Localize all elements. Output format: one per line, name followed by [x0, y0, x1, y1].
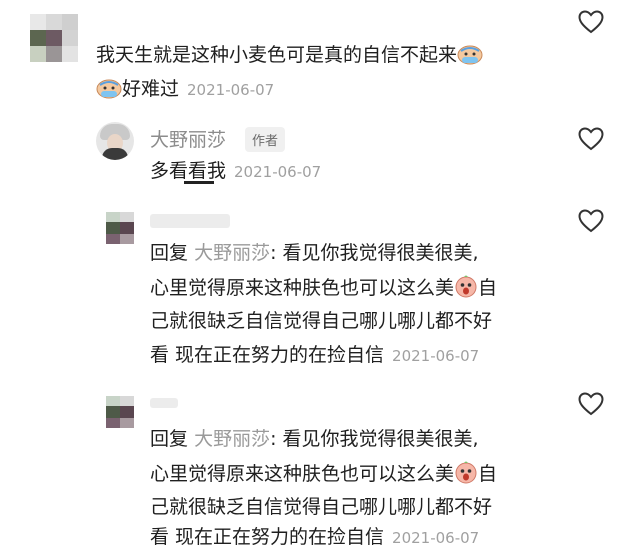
reply-target[interactable]: 大野丽莎: [194, 242, 270, 264]
comment-date: 2021-06-07: [392, 529, 480, 547]
shocked-face-emoji: [454, 460, 478, 491]
avatar[interactable]: [106, 212, 134, 244]
author-avatar[interactable]: [96, 122, 134, 160]
comment-text: 多看看我 2021-06-07: [150, 160, 322, 182]
avatar[interactable]: [30, 14, 78, 62]
comment-text: 我天生就是这种小麦色可是真的自信不起来: [96, 42, 483, 72]
comment-text-line1: 回复 大野丽莎: 看见你我觉得很美很美,: [150, 428, 479, 450]
comment-text-line2: 好难过 2021-06-07: [96, 76, 274, 106]
avatar[interactable]: [106, 396, 134, 428]
heart-outline-icon[interactable]: [578, 392, 604, 416]
comment-text-line2: 心里觉得原来这种肤色也可以这么美 自: [150, 460, 497, 491]
comment-text-line4: 看 现在正在努力的在捡自信 2021-06-07: [150, 526, 480, 548]
crying-emoji: [457, 43, 483, 72]
comment-date: 2021-06-07: [392, 347, 480, 365]
comment-text-line2: 心里觉得原来这种肤色也可以这么美 自: [150, 274, 497, 305]
heart-outline-icon[interactable]: [578, 209, 604, 233]
reply-target[interactable]: 大野丽莎: [194, 428, 270, 450]
underline-mark: [184, 181, 214, 184]
author-name[interactable]: 大野丽莎: [150, 125, 226, 152]
comment-date: 2021-06-07: [234, 163, 322, 181]
comment-text-line3: 己就很缺乏自信觉得自己哪儿哪儿都不好: [150, 496, 493, 518]
comment-text-line4: 看 现在正在努力的在捡自信 2021-06-07: [150, 344, 480, 366]
username-blurred[interactable]: [150, 214, 230, 228]
heart-outline-icon[interactable]: [578, 10, 604, 34]
comment-text-line3: 己就很缺乏自信觉得自己哪儿哪儿都不好: [150, 310, 493, 332]
shocked-face-emoji: [454, 274, 478, 305]
heart-outline-icon[interactable]: [578, 127, 604, 151]
comment-date: 2021-06-07: [187, 81, 275, 99]
comment-text-line1: 回复 大野丽莎: 看见你我觉得很美很美,: [150, 242, 479, 264]
crying-emoji: [96, 77, 122, 106]
author-tag: 作者: [245, 127, 286, 152]
username-blurred[interactable]: [150, 398, 178, 408]
